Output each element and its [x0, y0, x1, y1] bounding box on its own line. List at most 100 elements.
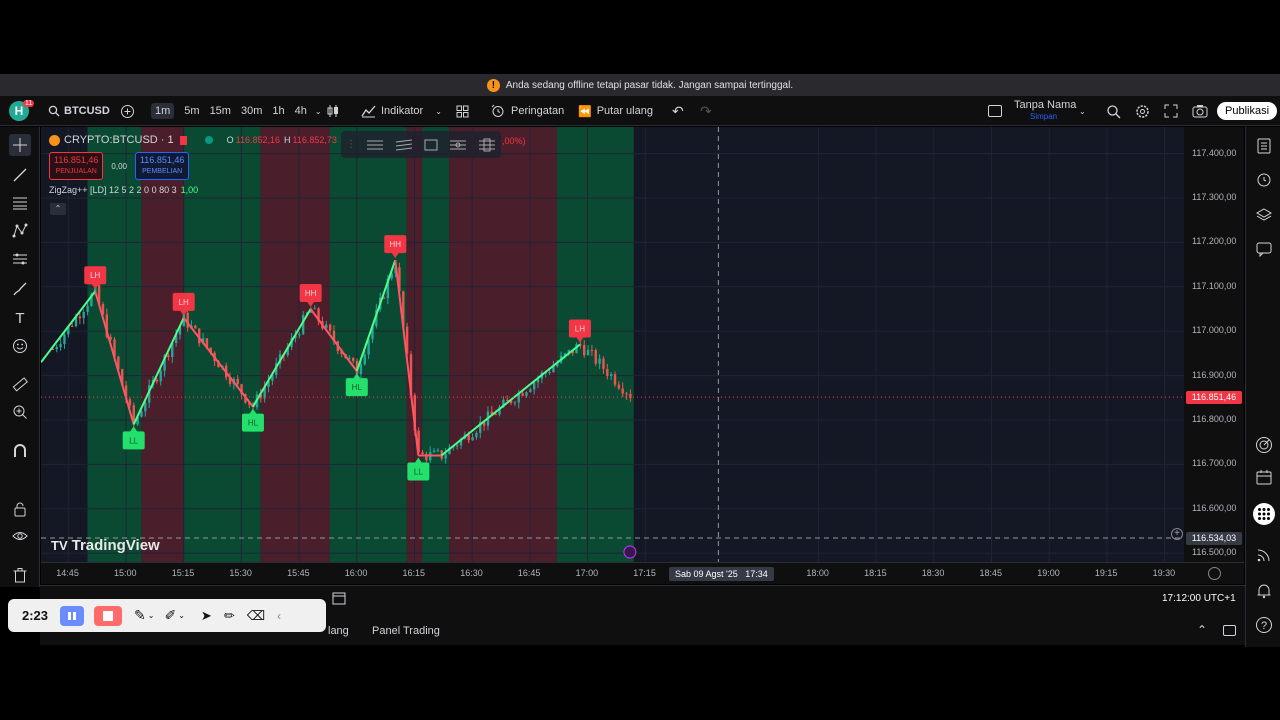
lock-drawings-tool[interactable] — [9, 498, 31, 520]
redo-icon[interactable]: ↷ — [700, 96, 712, 126]
fib-tool[interactable] — [9, 192, 31, 214]
notifications-button[interactable] — [1254, 581, 1274, 601]
candle-body — [78, 316, 82, 319]
timezone-clock[interactable]: 17:12:00 UTC+1 — [1162, 593, 1236, 604]
buy-button[interactable]: 116.851,46 PEMBELIAN — [134, 152, 190, 180]
user-avatar[interactable]: H 11 — [9, 96, 40, 126]
products-menu-button[interactable] — [1253, 503, 1275, 525]
apps-grid-icon — [1258, 508, 1270, 520]
pause-recording-button[interactable] — [60, 605, 85, 626]
help-icon: ? — [1256, 617, 1272, 633]
crosshair-tool[interactable] — [9, 134, 31, 156]
date-range-button[interactable] — [332, 591, 348, 608]
brush-tool[interactable] — [9, 278, 31, 300]
legend-symbol[interactable]: CRYPTO:BTCUSD · 1 — [64, 134, 174, 146]
timeframe-30m[interactable]: 30m — [241, 105, 262, 117]
candle-body — [606, 368, 609, 377]
rectangle-tool-icon[interactable] — [423, 138, 439, 152]
chart-type-button[interactable] — [326, 96, 340, 126]
timeframe-4h[interactable]: 4h — [295, 105, 307, 117]
timeframe-5m[interactable]: 5m — [184, 105, 199, 117]
time-tick-label: 17:15 — [633, 568, 656, 578]
maximize-panel-icon[interactable] — [1223, 625, 1236, 636]
zoom-tool[interactable] — [9, 401, 31, 423]
chat-button[interactable] — [1254, 239, 1274, 259]
pen-icon[interactable]: ✏ — [224, 608, 235, 624]
help-button[interactable]: ? — [1254, 615, 1274, 635]
chevron-down-icon[interactable]: ⌄ — [178, 611, 185, 620]
pointer-icon[interactable]: ➤ — [201, 608, 212, 624]
svg-text:?: ? — [1261, 620, 1267, 632]
time-axis-settings-icon[interactable] — [1208, 567, 1221, 580]
tradingview-logo-icon: TV — [51, 538, 68, 553]
text-icon: T — [15, 309, 25, 327]
price-axis[interactable]: 117.400,00 117.300,00 117.200,00 117.100,00… — [1184, 127, 1244, 562]
flag-icon[interactable] — [179, 135, 187, 145]
eraser-icon[interactable]: ⌫ — [247, 608, 265, 624]
pattern-tool[interactable] — [9, 220, 31, 242]
forecast-tool[interactable] — [9, 248, 31, 270]
timeframe-1m[interactable]: 1m — [151, 103, 175, 119]
watchlist-button[interactable] — [1254, 136, 1274, 156]
stop-recording-button[interactable] — [94, 605, 123, 626]
chevron-up-icon[interactable]: ⌃ — [1197, 623, 1207, 637]
hide-drawings-tool[interactable] — [9, 525, 31, 547]
collapse-legend-button[interactable]: ⌃ — [50, 203, 66, 215]
time-axis[interactable]: 14:45 15:00 15:15 15:30 15:45 16:00 16:15 16:30… — [41, 562, 1244, 584]
streams-button[interactable] — [1254, 545, 1274, 565]
replay-button[interactable]: ⏪ Putar ulang — [578, 96, 653, 126]
tab-replay-partial[interactable]: lang — [328, 625, 349, 637]
timeframe-15m[interactable]: 15m — [210, 105, 231, 117]
alerts-button[interactable]: Peringatan — [491, 96, 564, 126]
ideas-button[interactable] — [1254, 435, 1274, 455]
measure-tool[interactable] — [9, 373, 31, 395]
remove-drawings-tool[interactable] — [9, 564, 31, 586]
snapshot-button[interactable] — [1192, 96, 1208, 126]
symbol-search[interactable]: BTCUSD — [48, 96, 110, 126]
sell-button[interactable]: 116.851,46 PENJUALAN — [49, 152, 104, 180]
draw-annotation-icon[interactable]: ✎ — [134, 607, 146, 624]
drag-handle-icon[interactable]: ⋮ — [346, 139, 356, 150]
channel-tool-icon[interactable] — [395, 138, 413, 152]
time-tick-label: 18:45 — [979, 568, 1003, 578]
publish-button[interactable]: Publikasi — [1217, 96, 1278, 126]
emoji-tool[interactable] — [9, 335, 31, 357]
chevron-down-icon[interactable]: ⌄ — [1079, 96, 1086, 126]
compare-symbol-button[interactable] — [120, 96, 135, 126]
object-tree-button[interactable] — [1254, 205, 1274, 225]
swing-label-text: HL — [248, 419, 259, 428]
chart-canvas[interactable]: LH LL LH HL HH HL HH LL LH CRYPTO:BTCUSD · 1 O 1… — [41, 127, 1244, 562]
candle-body — [494, 414, 497, 416]
undo-icon[interactable]: ↶ — [672, 96, 684, 126]
quick-search-button[interactable] — [1106, 96, 1121, 126]
candle-body — [352, 357, 355, 361]
indicator-legend[interactable]: ZigZag++ [LD] 12 5 2 2 0 0 80 3 1,00 — [49, 185, 198, 195]
fullscreen-button[interactable] — [1164, 96, 1178, 126]
layout-name-menu[interactable]: Tanpa Nama Simpan — [1014, 96, 1076, 126]
collapse-recorder-icon[interactable]: ‹ — [277, 609, 281, 623]
ohlc-change: ,00%) — [502, 136, 526, 146]
tab-panel-trading[interactable]: Panel Trading — [372, 625, 440, 637]
magnet-tool[interactable] — [9, 440, 31, 462]
chevron-down-icon[interactable]: ⌄ — [148, 611, 155, 620]
alerts-panel-button[interactable] — [1254, 169, 1274, 189]
indicators-button[interactable]: Indikator ⌄ — [361, 96, 442, 126]
gann-tool-icon[interactable] — [478, 138, 496, 152]
text-tool[interactable]: T — [9, 307, 31, 329]
trend-line-tool[interactable] — [9, 164, 31, 186]
plus-circle-icon — [121, 104, 134, 118]
price-tick-label: 117.100,00 — [1192, 280, 1237, 291]
fib-tool-icon[interactable] — [449, 138, 467, 152]
microphone-off-icon[interactable]: ✐ — [164, 607, 176, 624]
crosshair-icon — [13, 138, 27, 152]
timeframe-1h[interactable]: 1h — [272, 105, 284, 117]
chart-svg[interactable]: LH LL LH HL HH HL HH LL LH — [41, 127, 1244, 562]
templates-button[interactable] — [456, 96, 469, 126]
settings-button[interactable] — [1135, 96, 1150, 126]
add-alert-plus-icon[interactable]: + — [1171, 528, 1183, 540]
camera-icon — [1192, 105, 1208, 118]
chevron-down-icon[interactable]: ⌄ — [315, 107, 322, 116]
layout-select-checkbox[interactable] — [988, 96, 1002, 126]
lines-tool-icon[interactable] — [366, 138, 384, 152]
calendar-button[interactable] — [1254, 467, 1274, 487]
